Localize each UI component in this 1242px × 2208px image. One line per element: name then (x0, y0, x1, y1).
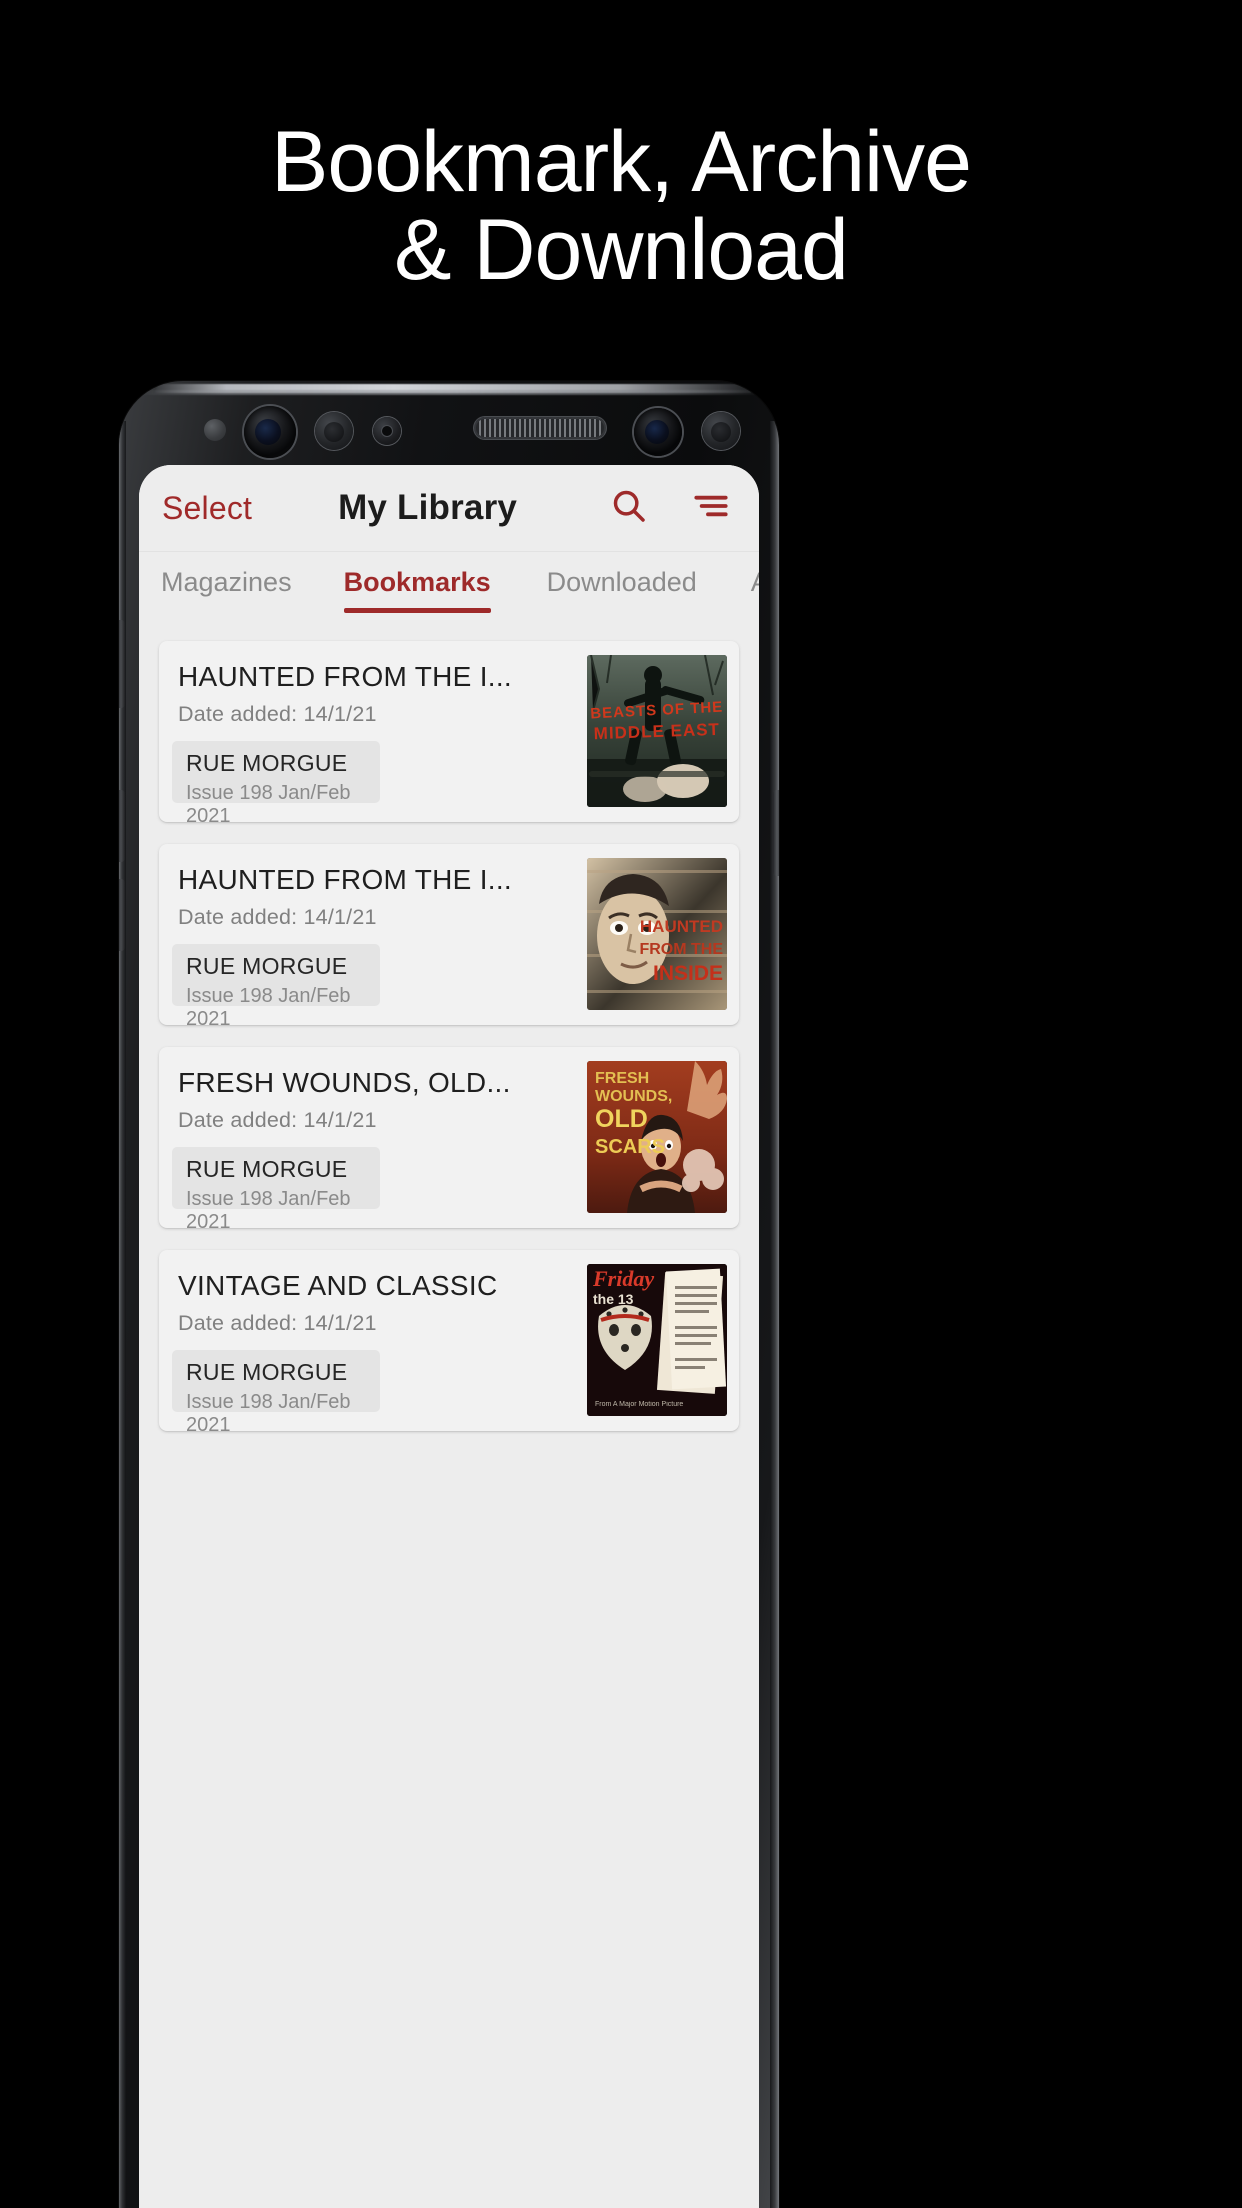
list-item[interactable]: FRESH WOUNDS, OLD... Date added: 14/1/21… (159, 1047, 739, 1228)
card-date: Date added: 14/1/21 (178, 905, 377, 929)
tab-bookmarks[interactable]: Bookmarks (343, 551, 491, 613)
card-date: Date added: 14/1/21 (178, 702, 377, 726)
list-item[interactable]: VINTAGE AND CLASSIC Date added: 14/1/21 … (159, 1250, 739, 1431)
card-title: FRESH WOUNDS, OLD... (178, 1067, 511, 1098)
proximity-sensor-icon (373, 417, 401, 445)
issue-chip[interactable]: RUE MORGUE Issue 198 Jan/Feb 2021 (172, 1350, 380, 1431)
magazine-name: RUE MORGUE (186, 953, 348, 979)
phone-mockup: Select My Library Magazines Bookmarks Do… (119, 381, 779, 2208)
search-icon[interactable] (609, 486, 649, 531)
card-text-block: VINTAGE AND CLASSIC Date added: 14/1/21 (178, 1270, 577, 1336)
earpiece-speaker-icon (474, 417, 606, 439)
front-camera-icon (244, 406, 296, 458)
cover-line-1: FRESH (595, 1070, 649, 1087)
app-bar-actions (609, 486, 731, 531)
card-date: Date added: 14/1/21 (178, 1108, 377, 1132)
cover-thumbnail[interactable]: FRESH WOUNDS, OLD SCARS (587, 1061, 727, 1213)
volume-up-button[interactable] (119, 620, 125, 708)
card-title: HAUNTED FROM THE I... (178, 864, 513, 895)
promo-screenshot: Bookmark, Archive & Download Select My L… (0, 0, 1242, 2208)
iris-scanner-icon (315, 412, 353, 450)
issue-chip[interactable]: RUE MORGUE Issue 198 Jan/Feb 2021 (172, 944, 380, 1025)
phone-right-edge (770, 421, 779, 2208)
issue-label: Issue 198 Jan/Feb 2021 (186, 1188, 351, 1228)
library-tabs[interactable]: Magazines Bookmarks Downloaded Archived (139, 551, 759, 633)
tab-downloaded[interactable]: Downloaded (547, 551, 697, 598)
cover-thumbnail[interactable]: BEASTS OF THE MIDDLE EAST (587, 655, 727, 807)
page-title: My Library (338, 488, 518, 527)
cover-line-3: OLD (595, 1105, 648, 1133)
card-text-block: FRESH WOUNDS, OLD... Date added: 14/1/21 (178, 1067, 577, 1133)
list-item[interactable]: HAUNTED FROM THE I... Date added: 14/1/2… (159, 641, 739, 822)
power-button[interactable] (773, 790, 779, 876)
bookmarks-list[interactable]: HAUNTED FROM THE I... Date added: 14/1/2… (139, 633, 759, 2208)
cover-line-1: HAUNTED (640, 917, 723, 936)
ir-sensor-icon (204, 419, 226, 441)
card-text-block: HAUNTED FROM THE I... Date added: 14/1/2… (178, 864, 577, 930)
magazine-name: RUE MORGUE (186, 1359, 348, 1385)
magazine-name: RUE MORGUE (186, 1156, 348, 1182)
phone-screen: Select My Library Magazines Bookmarks Do… (139, 465, 759, 2208)
issue-label: Issue 198 Jan/Feb 2021 (186, 1391, 351, 1431)
tab-magazines[interactable]: Magazines (161, 551, 292, 598)
phone-sensor-row (119, 381, 779, 465)
card-title: VINTAGE AND CLASSIC (178, 1270, 498, 1301)
svg-text:From A Major Motion Picture: From A Major Motion Picture (595, 1401, 683, 1408)
card-text-block: HAUNTED FROM THE I... Date added: 14/1/2… (178, 661, 577, 727)
cover-line-2: the 13 (593, 1291, 634, 1307)
tab-archived[interactable]: Archived (751, 551, 759, 598)
cover-line-2: WOUNDS, (595, 1088, 672, 1105)
cover-line-1: Friday (592, 1266, 654, 1291)
issue-label: Issue 198 Jan/Feb 2021 (186, 782, 351, 822)
cover-line-4: SCARS (595, 1136, 665, 1158)
magazine-name: RUE MORGUE (186, 750, 348, 776)
app-bar: Select My Library (139, 465, 759, 551)
ambient-light-sensor-icon (702, 412, 740, 450)
issue-label: Issue 198 Jan/Feb 2021 (186, 985, 351, 1025)
volume-down-button[interactable] (119, 790, 125, 862)
card-title: HAUNTED FROM THE I... (178, 661, 513, 692)
cover-thumbnail[interactable]: Friday the 13 From A Major Motion Pictur… (587, 1264, 727, 1416)
promo-headline: Bookmark, Archive & Download (271, 114, 972, 298)
cover-line-2: FROM THE (639, 941, 723, 958)
sort-menu-icon[interactable] (691, 486, 731, 531)
assistant-button[interactable] (119, 879, 125, 951)
card-date: Date added: 14/1/21 (178, 1311, 377, 1335)
cover-line-3: INSIDE (653, 962, 723, 985)
cover-thumbnail[interactable]: HAUNTED FROM THE INSIDE (587, 858, 727, 1010)
issue-chip[interactable]: RUE MORGUE Issue 198 Jan/Feb 2021 (172, 1147, 380, 1228)
issue-chip[interactable]: RUE MORGUE Issue 198 Jan/Feb 2021 (172, 741, 380, 822)
list-item[interactable]: HAUNTED FROM THE I... Date added: 14/1/2… (159, 844, 739, 1025)
select-button[interactable]: Select (162, 490, 252, 527)
secondary-camera-icon (634, 408, 682, 456)
